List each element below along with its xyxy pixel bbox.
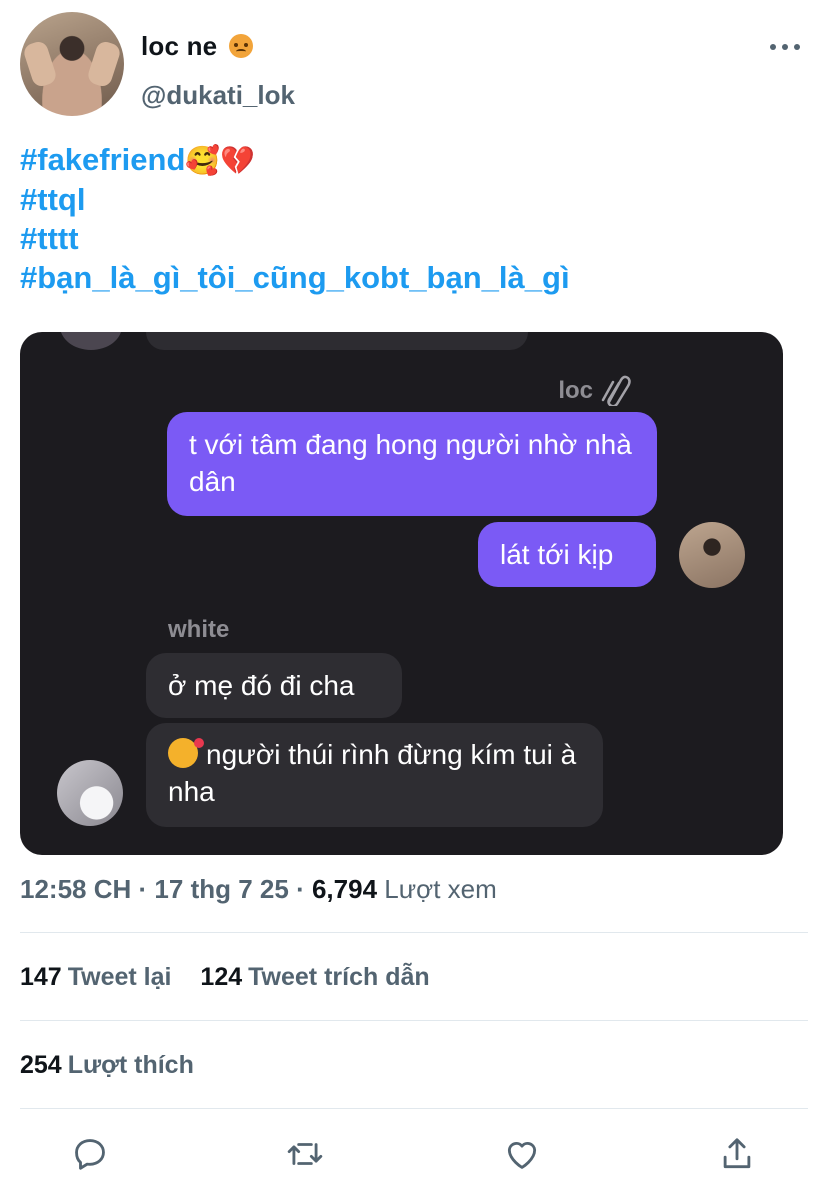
author-display-name[interactable]: loc ne	[141, 31, 253, 62]
hashtag-link[interactable]: #tttt	[20, 219, 570, 258]
chat-message-bubble: t với tâm đang hong người nhờ nhà dân	[167, 412, 657, 516]
meta-separator: ·	[296, 874, 305, 904]
retweet-quote-stats: 147 Tweet lại 124 Tweet trích dẫn	[20, 963, 452, 992]
like-icon[interactable]	[502, 1132, 542, 1176]
hashtag-link[interactable]: #fakefriend🥰💔	[20, 140, 570, 180]
sender-name-white: white	[168, 616, 230, 643]
divider	[20, 932, 808, 933]
paperclip-icon	[601, 375, 631, 406]
tweet-meta: 12:58 CH · 17 thg 7 25 · 6,794 Lượt xem	[20, 874, 497, 905]
avatar-detail	[21, 39, 59, 89]
hashtag-emojis: 🥰💔	[185, 145, 256, 176]
chat-avatar-white	[57, 760, 123, 826]
tweet-text: #fakefriend🥰💔 #ttql #tttt #bạn_là_gì_tôi…	[20, 140, 570, 297]
share-icon[interactable]	[717, 1132, 757, 1176]
hashtag-link[interactable]: #bạn_là_gì_tôi_cũng_kobt_bạn_là_gì	[20, 258, 570, 297]
more-options-icon[interactable]	[770, 40, 800, 54]
tweet-media-image[interactable]: loc t với tâm đang hong người nhờ nhà dâ…	[20, 332, 783, 855]
display-name-text: loc ne	[141, 31, 218, 61]
hashtag-link[interactable]: #ttql	[20, 180, 570, 219]
likes-stat[interactable]: 254 Lượt thích	[20, 1051, 216, 1079]
tweet-header: loc ne @dukati_lok	[20, 12, 810, 122]
author-handle[interactable]: @dukati_lok	[141, 80, 295, 111]
quotes-stat[interactable]: 124 Tweet trích dẫn	[200, 963, 451, 991]
avatar-detail	[85, 39, 123, 89]
author-avatar[interactable]	[20, 12, 124, 116]
likes-stats: 254 Lượt thích	[20, 1051, 216, 1080]
chat-message-text: người thúi rình đừng kím tui à nha	[168, 739, 577, 807]
reply-icon[interactable]	[70, 1132, 110, 1176]
views-count: 6,794	[311, 874, 378, 904]
quotes-count: 124	[200, 963, 243, 991]
meta-separator: ·	[138, 874, 148, 904]
quotes-label: Tweet trích dẫn	[248, 963, 430, 991]
divider	[20, 1108, 808, 1109]
likes-label: Lượt thích	[67, 1051, 194, 1079]
smiling-face-hearts-icon	[168, 738, 204, 768]
divider	[20, 1020, 808, 1021]
sender-name-loc: loc	[558, 377, 593, 404]
likes-count: 254	[20, 1051, 62, 1079]
chat-message-bubble: ở mẹ đó đi cha	[146, 653, 402, 718]
cropped-avatar	[60, 332, 122, 350]
retweet-icon[interactable]	[285, 1132, 325, 1176]
tweet-time[interactable]: 12:58 CH	[20, 874, 131, 904]
angry-face-icon	[228, 34, 253, 58]
tweet-action-bar	[0, 1132, 828, 1182]
retweets-stat[interactable]: 147 Tweet lại	[20, 963, 193, 991]
views-label: Lượt xem	[384, 874, 497, 904]
tweet-date[interactable]: 17 thg 7 25	[154, 874, 288, 904]
chat-message-bubble: người thúi rình đừng kím tui à nha	[146, 723, 603, 827]
retweets-label: Tweet lại	[67, 963, 172, 991]
retweets-count: 147	[20, 963, 62, 991]
cropped-message-bubble	[146, 332, 528, 350]
chat-message-bubble: lát tới kịp	[478, 522, 656, 587]
chat-avatar-loc	[679, 522, 745, 588]
